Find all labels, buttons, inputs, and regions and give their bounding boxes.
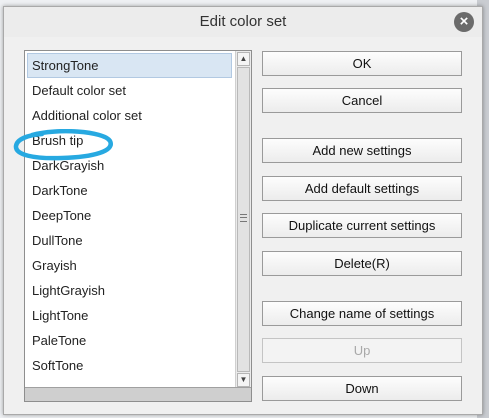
list-scrollbar[interactable]: ▲ ▼ [235,51,251,388]
list-item[interactable]: DeepTone [27,203,232,228]
list-item[interactable]: LightGrayish [27,278,232,303]
up-button[interactable]: Up [262,338,462,363]
grip-icon [240,214,247,222]
list-item[interactable]: DullTone [27,228,232,253]
close-icon[interactable]: × [454,12,474,32]
list-item[interactable]: Grayish [27,253,232,278]
duplicate-settings-button[interactable]: Duplicate current settings [262,213,462,238]
color-set-list[interactable]: StrongTone Default color set Additional … [24,50,252,402]
list-item[interactable]: Brush tip [27,128,232,153]
edit-color-set-dialog: Edit color set × StrongTone Default colo… [3,6,483,415]
color-set-list-items: StrongTone Default color set Additional … [27,53,232,378]
dialog-title: Edit color set [199,13,287,30]
down-button[interactable]: Down [262,376,462,401]
scroll-down-icon[interactable]: ▼ [237,373,250,387]
list-item[interactable]: DarkGrayish [27,153,232,178]
title-bar: Edit color set × [4,7,482,37]
list-item[interactable]: LightTone [27,303,232,328]
list-item[interactable]: DarkTone [27,178,232,203]
scroll-thumb[interactable] [237,67,250,372]
list-item[interactable]: Additional color set [27,103,232,128]
scroll-up-icon[interactable]: ▲ [237,52,250,66]
add-default-settings-button[interactable]: Add default settings [262,176,462,201]
list-footer-bar [25,387,251,401]
ok-button[interactable]: OK [262,51,462,76]
list-item[interactable]: SoftTone [27,353,232,378]
cancel-button[interactable]: Cancel [262,88,462,113]
delete-button[interactable]: Delete(R) [262,251,462,276]
change-name-button[interactable]: Change name of settings [262,301,462,326]
list-item[interactable]: Default color set [27,78,232,103]
list-item[interactable]: PaleTone [27,328,232,353]
add-new-settings-button[interactable]: Add new settings [262,138,462,163]
list-item[interactable]: StrongTone [27,53,232,78]
